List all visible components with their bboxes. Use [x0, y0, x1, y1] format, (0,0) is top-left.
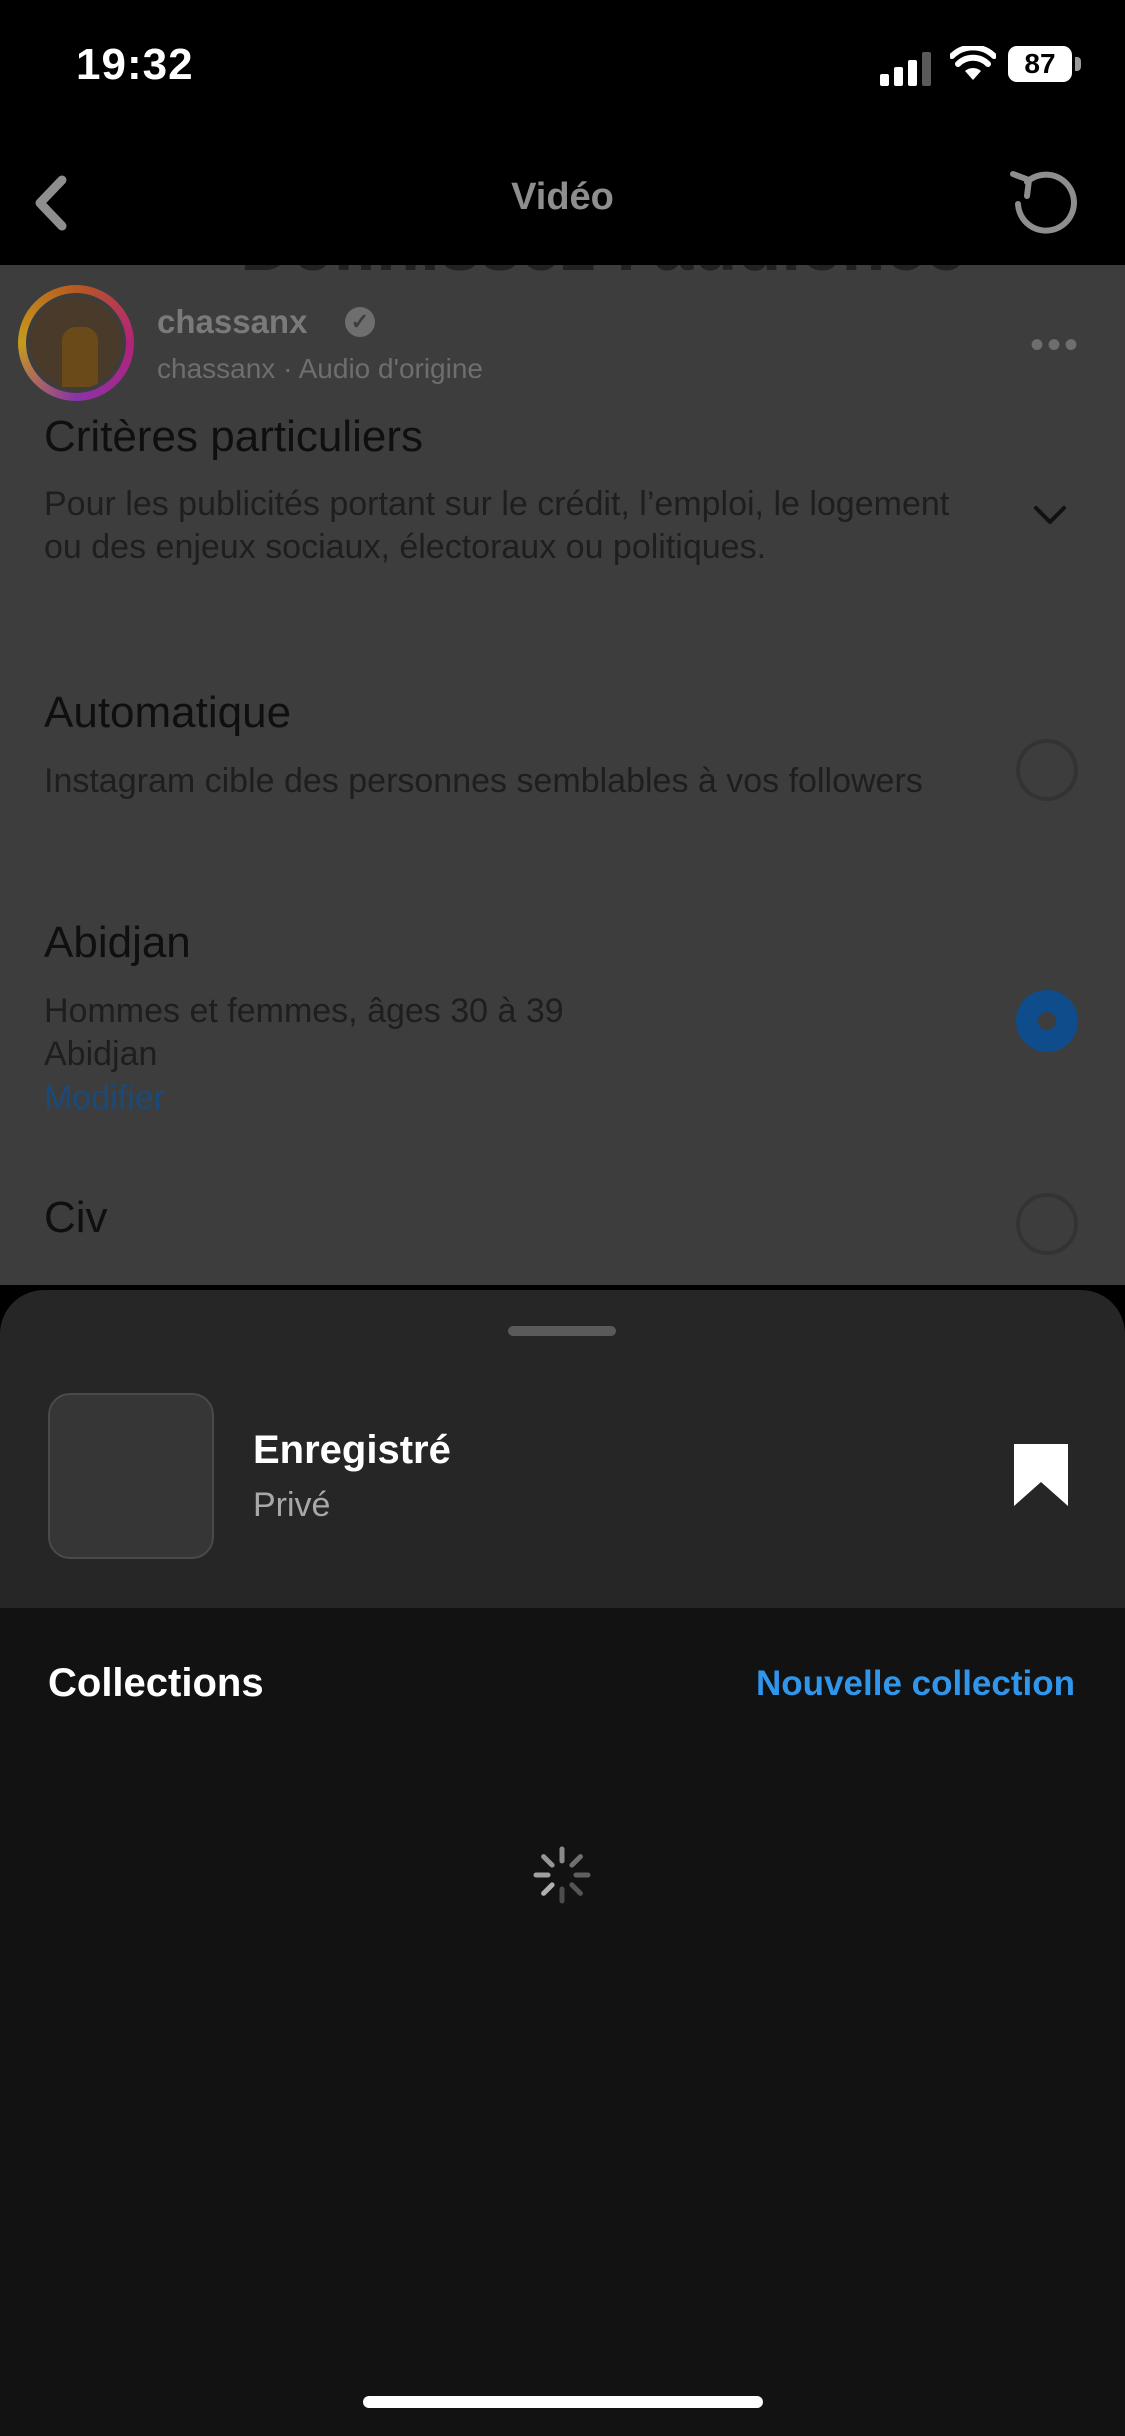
option-desc-abidjan-line2: Abidjan — [44, 1035, 158, 1073]
background-content: Définissez l'audience chassanx ✓ chassan… — [0, 265, 1125, 1285]
option-desc-automatic: Instagram cible des personnes semblables… — [44, 762, 923, 800]
wifi-icon — [950, 46, 996, 80]
saved-privacy: Privé — [253, 1486, 331, 1524]
edit-link[interactable]: Modifier — [44, 1079, 165, 1118]
more-options-icon[interactable]: ••• — [1030, 325, 1081, 365]
status-bar: 19:32 87 — [0, 0, 1125, 140]
radio-abidjan-selected[interactable] — [1016, 990, 1078, 1052]
saved-thumbnail[interactable] — [48, 1393, 214, 1559]
collections-heading: Collections — [48, 1661, 264, 1705]
sheet-grabber[interactable] — [508, 1326, 616, 1336]
battery-icon — [1075, 57, 1081, 71]
radio-civ[interactable] — [1016, 1193, 1078, 1255]
bookmark-icon[interactable] — [1014, 1444, 1068, 1506]
status-time: 19:32 — [76, 40, 194, 89]
loading-spinner-icon — [533, 1846, 591, 1904]
battery-level: 87 — [1008, 46, 1072, 82]
option-title-special-criteria[interactable]: Critères particuliers — [44, 412, 423, 462]
avatar[interactable] — [26, 293, 126, 393]
nav-bar: Vidéo — [0, 140, 1125, 265]
option-desc-abidjan-line1: Hommes et femmes, âges 30 à 39 — [44, 992, 564, 1030]
post-audio-subtitle[interactable]: chassanx · Audio d'origine — [157, 353, 483, 385]
option-title-abidjan[interactable]: Abidjan — [44, 918, 191, 968]
chevron-down-icon[interactable] — [1030, 500, 1070, 530]
refresh-icon[interactable] — [1005, 160, 1087, 242]
option-desc-special-criteria: Pour les publicités portant sur le crédi… — [44, 485, 950, 566]
post-username[interactable]: chassanx — [157, 303, 307, 341]
option-title-automatic[interactable]: Automatique — [44, 688, 291, 738]
option-title-civ[interactable]: Civ — [44, 1193, 108, 1243]
collections-section: Collections Nouvelle collection — [0, 1608, 1125, 2436]
partial-heading: Définissez l'audience — [240, 265, 965, 287]
verified-badge-icon: ✓ — [345, 307, 375, 337]
home-indicator[interactable] — [363, 2396, 763, 2408]
radio-automatic[interactable] — [1016, 739, 1078, 801]
saved-title[interactable]: Enregistré — [253, 1428, 451, 1473]
save-bottom-sheet: Enregistré Privé Collections Nouvelle co… — [0, 1290, 1125, 2436]
cellular-signal-icon — [880, 52, 931, 86]
new-collection-button[interactable]: Nouvelle collection — [756, 1664, 1075, 1704]
page-title: Vidéo — [511, 176, 614, 218]
